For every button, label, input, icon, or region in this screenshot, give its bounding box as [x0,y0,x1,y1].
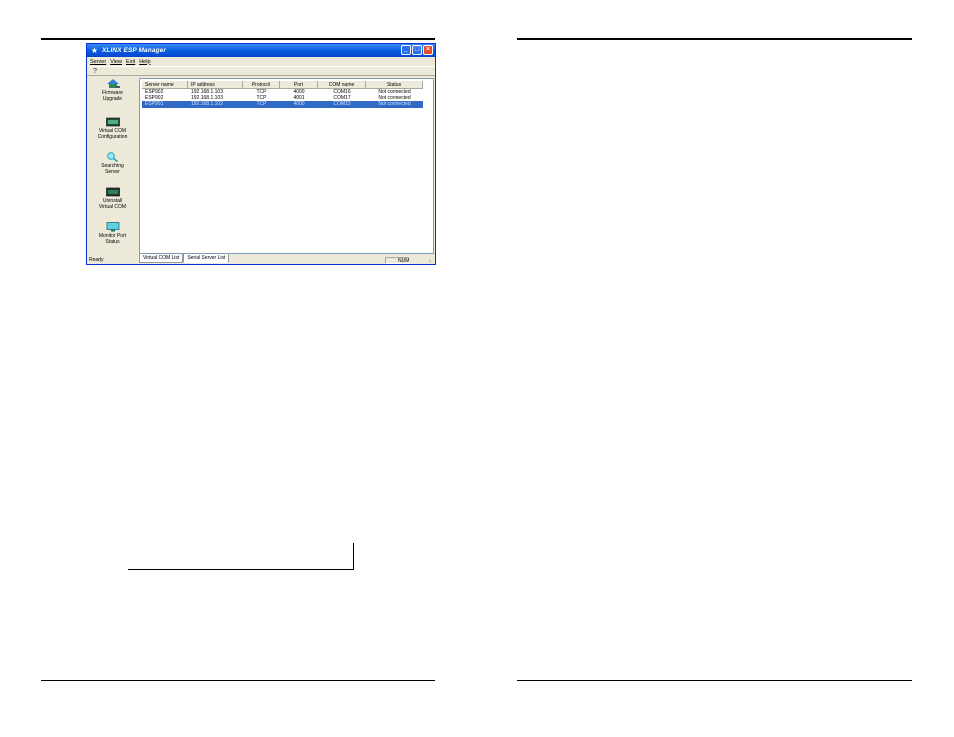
monitor-icon [106,222,119,232]
header-rule-right [517,38,912,40]
cell-port: 4000 [293,101,305,108]
uninstall-com-icon [105,187,120,197]
sidebar-item-label: Uninstall Virtual COM [98,198,127,210]
esp-manager-window: ★ XLINX ESP Manager _ □ × Server View Ex… [86,43,436,265]
sidebar-item-label: Firmware Upgrade [102,90,123,102]
minimize-button[interactable]: _ [401,45,411,55]
sidebar-item-uninstall-virtual-com[interactable]: Uninstall Virtual COM [88,187,137,210]
cell-server-name: ESP901 [145,101,164,108]
header-rule-left [41,38,435,40]
resize-grip-icon[interactable]: ∟ [428,258,434,264]
status-bar: Ready NUM ∟ [87,256,435,265]
footer-rule-right [517,680,912,681]
magnifier-search-icon [106,152,118,162]
menu-view[interactable]: View [110,59,122,65]
firmware-upgrade-icon [106,79,120,88]
column-header-ip-address[interactable]: IP address [188,81,243,89]
menu-help[interactable]: Help [139,59,150,65]
sidebar-item-virtual-com-config[interactable]: Virtual COM Configuration [88,117,137,140]
server-list-view[interactable]: Server name IP address Protocol Port COM… [139,78,434,254]
cell-com-name: COM15 [333,101,351,108]
list-header: Server name IP address Protocol Port COM… [142,81,423,89]
window-controls: _ □ × [401,45,433,55]
title-bar[interactable]: ★ XLINX ESP Manager _ □ × [87,44,435,57]
virtual-com-config-icon [105,117,120,127]
num-lock-indicator: NUM [385,257,409,264]
column-header-protocol[interactable]: Protocol [243,81,280,89]
caption-callout-box [128,543,354,570]
sidebar-item-label: Searching Server [101,163,124,175]
menu-bar: Server View Exit Help [87,57,435,66]
table-row-selected[interactable]: ESP901 192.168.1.102 TCP 4000 COM15 Not … [142,101,423,108]
column-header-port[interactable]: Port [280,81,318,89]
cell-ip-address: 192.168.1.102 [191,101,223,108]
xlinx-logo-icon: ★ [90,46,99,55]
footer-rule-left [41,680,435,681]
column-header-com-name[interactable]: COM name [318,81,366,89]
sidebar-item-label: Virtual COM Configuration [97,128,128,140]
close-button[interactable]: × [423,45,433,55]
column-header-server-name[interactable]: Server name [142,81,188,89]
sidebar-item-label: Monitor Port Status [98,233,127,245]
menu-server[interactable]: Server [90,59,106,65]
sidebar-item-firmware-upgrade[interactable]: Firmware Upgrade [88,79,137,102]
question-help-icon[interactable]: ? [93,68,97,75]
maximize-button[interactable]: □ [412,45,422,55]
cell-protocol: TCP [256,101,267,108]
sidebar: Firmware Upgrade Virtual COM Configurati… [88,77,137,255]
menu-exit[interactable]: Exit [126,59,135,65]
cell-status: Not connected [378,101,411,108]
sidebar-item-searching-server[interactable]: Searching Server [88,152,137,175]
column-header-status[interactable]: Status [366,81,423,89]
status-text: Ready [89,257,104,263]
list-rows: ESP902 192.168.1.103 TCP 4000 COM16 Not … [142,89,423,108]
toolbar: ? [87,66,435,76]
window-title: XLINX ESP Manager [102,47,166,54]
sidebar-item-monitor-port-status[interactable]: Monitor Port Status [88,222,137,245]
